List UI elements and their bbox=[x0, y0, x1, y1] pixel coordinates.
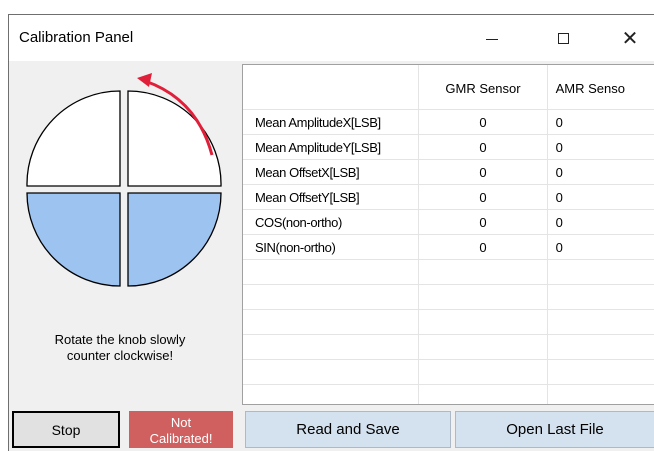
empty-cell bbox=[547, 359, 654, 385]
amr-value-cell[interactable]: 0 bbox=[547, 134, 654, 160]
knob-panel: Rotate the knob slowly counter clockwise… bbox=[9, 61, 241, 411]
amr-value-cell[interactable]: 0 bbox=[547, 109, 654, 135]
row-label: Mean AmplitudeX[LSB] bbox=[243, 109, 420, 135]
empty-table-row bbox=[243, 309, 654, 335]
table-row[interactable]: Mean AmplitudeX[LSB] 0 0 bbox=[243, 109, 654, 135]
empty-cell bbox=[418, 334, 548, 360]
minimize-icon bbox=[486, 38, 498, 40]
title-bar: Calibration Panel ✕ bbox=[9, 15, 654, 61]
gmr-value-cell[interactable]: 0 bbox=[418, 184, 548, 210]
amr-value-cell[interactable]: 0 bbox=[547, 209, 654, 235]
empty-cell bbox=[418, 384, 548, 404]
empty-cell bbox=[243, 384, 420, 404]
instruction-line-2: counter clockwise! bbox=[66, 348, 174, 363]
row-label: Mean OffsetY[LSB] bbox=[243, 184, 420, 210]
instruction-text: Rotate the knob slowly counter clockwise… bbox=[15, 332, 225, 364]
table-row[interactable]: COS(non-ortho) 0 0 bbox=[243, 209, 654, 235]
amr-value-cell[interactable]: 0 bbox=[547, 184, 654, 210]
knob-quadrant-top-left bbox=[26, 90, 121, 187]
results-grid[interactable]: GMR Sensor AMR Senso Mean AmplitudeX[LSB… bbox=[242, 64, 654, 405]
window-title: Calibration Panel bbox=[19, 29, 134, 46]
maximize-button[interactable] bbox=[540, 15, 586, 61]
gmr-value-cell[interactable]: 0 bbox=[418, 234, 548, 260]
empty-table-row bbox=[243, 284, 654, 310]
instruction-line-1: Rotate the knob slowly bbox=[54, 332, 186, 347]
empty-cell bbox=[547, 284, 654, 310]
gmr-value-cell[interactable]: 0 bbox=[418, 159, 548, 185]
empty-table-row bbox=[243, 359, 654, 385]
calibration-window: Calibration Panel ✕ Rotate the knob slow… bbox=[8, 14, 654, 451]
empty-table-row bbox=[243, 334, 654, 360]
calibration-status-badge: Not Calibrated! bbox=[129, 411, 233, 448]
results-table: GMR Sensor AMR Senso Mean AmplitudeX[LSB… bbox=[243, 65, 654, 404]
empty-cell bbox=[418, 309, 548, 335]
table-row[interactable]: SIN(non-ortho) 0 0 bbox=[243, 234, 654, 260]
knob-quadrant-bottom-right bbox=[127, 192, 222, 287]
column-header-amr[interactable]: AMR Senso bbox=[547, 65, 654, 110]
maximize-icon bbox=[557, 32, 569, 44]
amr-value-cell[interactable]: 0 bbox=[547, 159, 654, 185]
gmr-value-cell[interactable]: 0 bbox=[418, 209, 548, 235]
column-header-label[interactable] bbox=[243, 65, 420, 110]
empty-cell bbox=[243, 309, 420, 335]
table-row[interactable]: Mean OffsetY[LSB] 0 0 bbox=[243, 184, 654, 210]
rotation-arrow-head bbox=[137, 73, 152, 87]
empty-cell bbox=[547, 334, 654, 360]
table-row[interactable]: Mean AmplitudeY[LSB] 0 0 bbox=[243, 134, 654, 160]
table-header-row: GMR Sensor AMR Senso bbox=[243, 65, 654, 110]
row-label: Mean AmplitudeY[LSB] bbox=[243, 134, 420, 160]
stop-button[interactable]: Stop bbox=[12, 411, 120, 448]
knob-quadrant-icon bbox=[26, 73, 222, 287]
table-row[interactable]: Mean OffsetX[LSB] 0 0 bbox=[243, 159, 654, 185]
empty-cell bbox=[547, 309, 654, 335]
gmr-value-cell[interactable]: 0 bbox=[418, 109, 548, 135]
close-button[interactable]: ✕ bbox=[607, 15, 653, 61]
empty-cell bbox=[243, 284, 420, 310]
row-label: Mean OffsetX[LSB] bbox=[243, 159, 420, 185]
amr-value-cell[interactable]: 0 bbox=[547, 234, 654, 260]
minimize-button[interactable] bbox=[469, 15, 515, 61]
status-line-2: Calibrated! bbox=[149, 430, 213, 446]
read-and-save-button[interactable]: Read and Save bbox=[245, 411, 451, 448]
empty-cell bbox=[243, 359, 420, 385]
gmr-value-cell[interactable]: 0 bbox=[418, 134, 548, 160]
action-bar: Stop Not Calibrated! Read and Save Open … bbox=[9, 411, 654, 451]
knob-quadrant-bottom-left bbox=[26, 192, 121, 287]
empty-table-row bbox=[243, 259, 654, 285]
empty-table-row bbox=[243, 384, 654, 404]
row-label: SIN(non-ortho) bbox=[243, 234, 420, 260]
open-last-file-button[interactable]: Open Last File bbox=[455, 411, 654, 448]
empty-cell bbox=[547, 259, 654, 285]
empty-cell bbox=[547, 384, 654, 404]
column-header-gmr[interactable]: GMR Sensor bbox=[418, 65, 548, 110]
empty-cell bbox=[418, 284, 548, 310]
status-line-1: Not bbox=[170, 414, 192, 430]
empty-cell bbox=[418, 359, 548, 385]
empty-cell bbox=[243, 334, 420, 360]
close-icon: ✕ bbox=[621, 26, 639, 50]
row-label: COS(non-ortho) bbox=[243, 209, 420, 235]
empty-cell bbox=[418, 259, 548, 285]
empty-cell bbox=[243, 259, 420, 285]
